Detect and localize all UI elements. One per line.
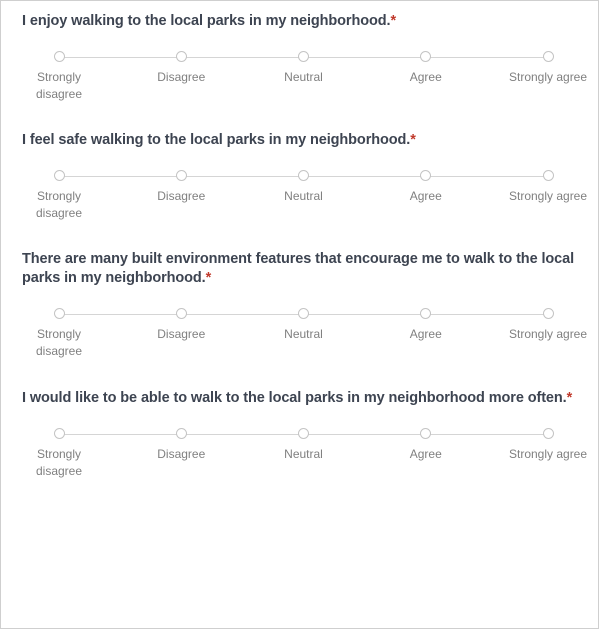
question-label-q2: I feel safe walking to the local parks i… [22,132,411,148]
question-block-q3: There are many built environment feature… [1,226,598,364]
scale-option-label: Strongly agree [508,447,588,461]
scale-option-label: Strongly agree [508,327,588,341]
radio-circle-icon[interactable] [53,308,65,319]
radio-circle-icon[interactable] [53,51,65,62]
question-text-q2: I feel safe walking to the local parks i… [22,131,577,150]
radio-circle-icon[interactable] [53,170,65,181]
scale-option-label: Neutral [284,189,323,203]
scale-option-label: Neutral [284,70,323,84]
scale-option-label: Agree [409,70,442,84]
scale-option-label: Disagree [157,447,206,461]
radio-circle-icon[interactable] [542,170,554,181]
scale-option-label: Strongly disagree [35,447,83,478]
radio-circle-icon[interactable] [175,308,187,319]
question-text-q3: There are many built environment feature… [22,250,577,288]
required-asterisk-q4: * [566,390,573,406]
likert-scale-q4: Strongly disagree Disagree Neutral Agree [22,428,587,484]
question-block-q1: I enjoy walking to the local parks in my… [1,1,598,107]
question-block-q2: I feel safe walking to the local parks i… [1,107,598,226]
scale-option-label: Strongly agree [508,70,588,84]
radio-circle-icon[interactable] [420,51,432,62]
radio-circle-icon[interactable] [175,51,187,62]
radio-circle-icon[interactable] [420,308,432,319]
question-label-q3: There are many built environment feature… [22,251,574,286]
radio-circle-icon[interactable] [53,428,65,439]
scale-option-label: Neutral [284,447,323,461]
scale-option-label: Disagree [157,189,206,203]
required-asterisk-q3: * [205,270,212,286]
scale-option-label: Neutral [284,327,323,341]
scale-option-label: Strongly disagree [35,327,83,358]
likert-scale-q1: Strongly disagree Disagree Neutral Agree [22,51,587,107]
scale-option-label: Agree [409,189,442,203]
scale-option-label: Strongly agree [508,189,588,203]
radio-circle-icon[interactable] [175,428,187,439]
question-label-q4: I would like to be able to walk to the l… [22,390,567,406]
radio-circle-icon[interactable] [542,51,554,62]
radio-circle-icon[interactable] [298,428,309,439]
scale-option-label: Disagree [157,327,206,341]
question-text-q1: I enjoy walking to the local parks in my… [22,12,577,31]
radio-circle-icon[interactable] [298,51,309,62]
question-text-q4: I would like to be able to walk to the l… [22,389,577,408]
question-block-q4: I would like to be able to walk to the l… [1,364,598,484]
survey-form-card: I enjoy walking to the local parks in my… [0,0,599,629]
question-label-q1: I enjoy walking to the local parks in my… [22,13,391,29]
scale-option-label: Agree [409,327,442,341]
radio-circle-icon[interactable] [542,428,554,439]
radio-circle-icon[interactable] [420,170,432,181]
radio-circle-icon[interactable] [298,308,309,319]
scale-option-label: Disagree [157,70,206,84]
radio-circle-icon[interactable] [298,170,309,181]
radio-circle-icon[interactable] [420,428,432,439]
radio-circle-icon[interactable] [175,170,187,181]
radio-circle-icon[interactable] [542,308,554,319]
required-asterisk-q2: * [410,132,416,148]
scale-option-label: Agree [409,447,442,461]
required-asterisk-q1: * [390,13,396,29]
scale-option-label: Strongly disagree [35,189,83,220]
likert-scale-q3: Strongly disagree Disagree Neutral Agree [22,308,587,364]
likert-scale-q2: Strongly disagree Disagree Neutral Agree [22,170,587,226]
scale-option-label: Strongly disagree [35,70,83,101]
